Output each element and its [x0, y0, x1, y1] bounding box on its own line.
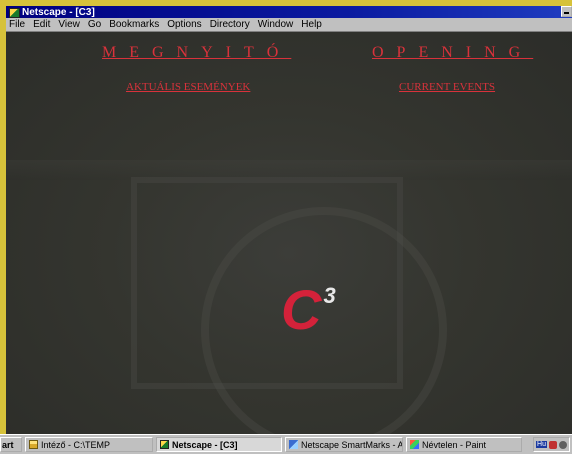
- taskbar-item-label: Netscape SmartMarks - A...: [301, 439, 403, 450]
- start-button[interactable]: art: [0, 437, 22, 452]
- logo-letter: C: [281, 278, 322, 341]
- heading-hungarian[interactable]: MEGNYITÓ: [102, 44, 291, 62]
- window-title: Netscape - [C3]: [22, 6, 95, 18]
- current-events-link-english[interactable]: CURRENT EVENTS: [399, 81, 495, 93]
- start-label: art: [2, 439, 14, 450]
- netscape-icon: [160, 440, 169, 449]
- menu-directory[interactable]: Directory: [206, 19, 254, 30]
- heading-english[interactable]: OPENING: [372, 44, 533, 62]
- language-indicator[interactable]: Hu: [536, 441, 547, 448]
- logo-superscript: 3: [323, 283, 336, 308]
- taskbar-item-netscape[interactable]: Netscape - [C3]: [156, 437, 282, 452]
- menu-help[interactable]: Help: [297, 19, 326, 30]
- taskbar: art Intéző - C:\TEMP Netscape - [C3] Net…: [0, 434, 572, 454]
- screen: Netscape - [C3] File Edit View Go Bookma…: [0, 0, 572, 454]
- taskbar-item-label: Intéző - C:\TEMP: [41, 439, 111, 450]
- page-content: MEGNYITÓ OPENING AKTUÁLIS ESEMÉNYEK CURR…: [6, 32, 572, 434]
- menu-window[interactable]: Window: [254, 19, 298, 30]
- menu-go[interactable]: Go: [84, 19, 105, 30]
- taskbar-item-label: Névtelen - Paint: [422, 439, 487, 450]
- title-bar[interactable]: Netscape - [C3]: [6, 6, 572, 18]
- system-tray: Hu: [533, 437, 570, 452]
- menu-view[interactable]: View: [54, 19, 84, 30]
- minimize-button[interactable]: [561, 6, 572, 17]
- menu-edit[interactable]: Edit: [29, 19, 54, 30]
- netscape-app-icon[interactable]: [8, 7, 20, 18]
- shield-icon[interactable]: [549, 440, 557, 449]
- paint-icon: [410, 440, 419, 449]
- tray-icon[interactable]: [559, 440, 567, 449]
- taskbar-item-smartmarks[interactable]: Netscape SmartMarks - A...: [285, 437, 403, 452]
- taskbar-item-label: Netscape - [C3]: [172, 439, 238, 450]
- smartmarks-icon: [289, 440, 298, 449]
- menu-file[interactable]: File: [6, 19, 29, 30]
- folder-icon: [29, 440, 38, 449]
- c3-logo[interactable]: C3: [281, 282, 336, 338]
- menu-bookmarks[interactable]: Bookmarks: [105, 19, 163, 30]
- menu-options[interactable]: Options: [163, 19, 205, 30]
- taskbar-item-explorer[interactable]: Intéző - C:\TEMP: [25, 437, 153, 452]
- menu-bar: File Edit View Go Bookmarks Options Dire…: [6, 18, 572, 32]
- current-events-link-hungarian[interactable]: AKTUÁLIS ESEMÉNYEK: [126, 81, 250, 93]
- taskbar-item-paint[interactable]: Névtelen - Paint: [406, 437, 522, 452]
